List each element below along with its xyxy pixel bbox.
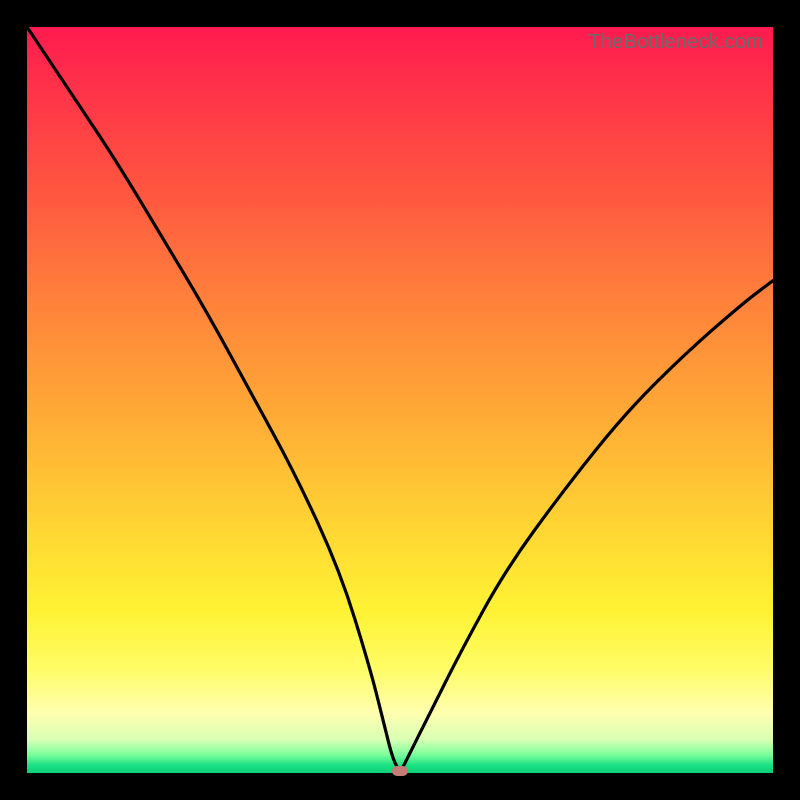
bottleneck-curve xyxy=(27,27,773,773)
chart-frame: TheBottleneck.com xyxy=(0,0,800,800)
chart-plot-area: TheBottleneck.com xyxy=(27,27,773,773)
optimum-marker xyxy=(392,766,408,776)
